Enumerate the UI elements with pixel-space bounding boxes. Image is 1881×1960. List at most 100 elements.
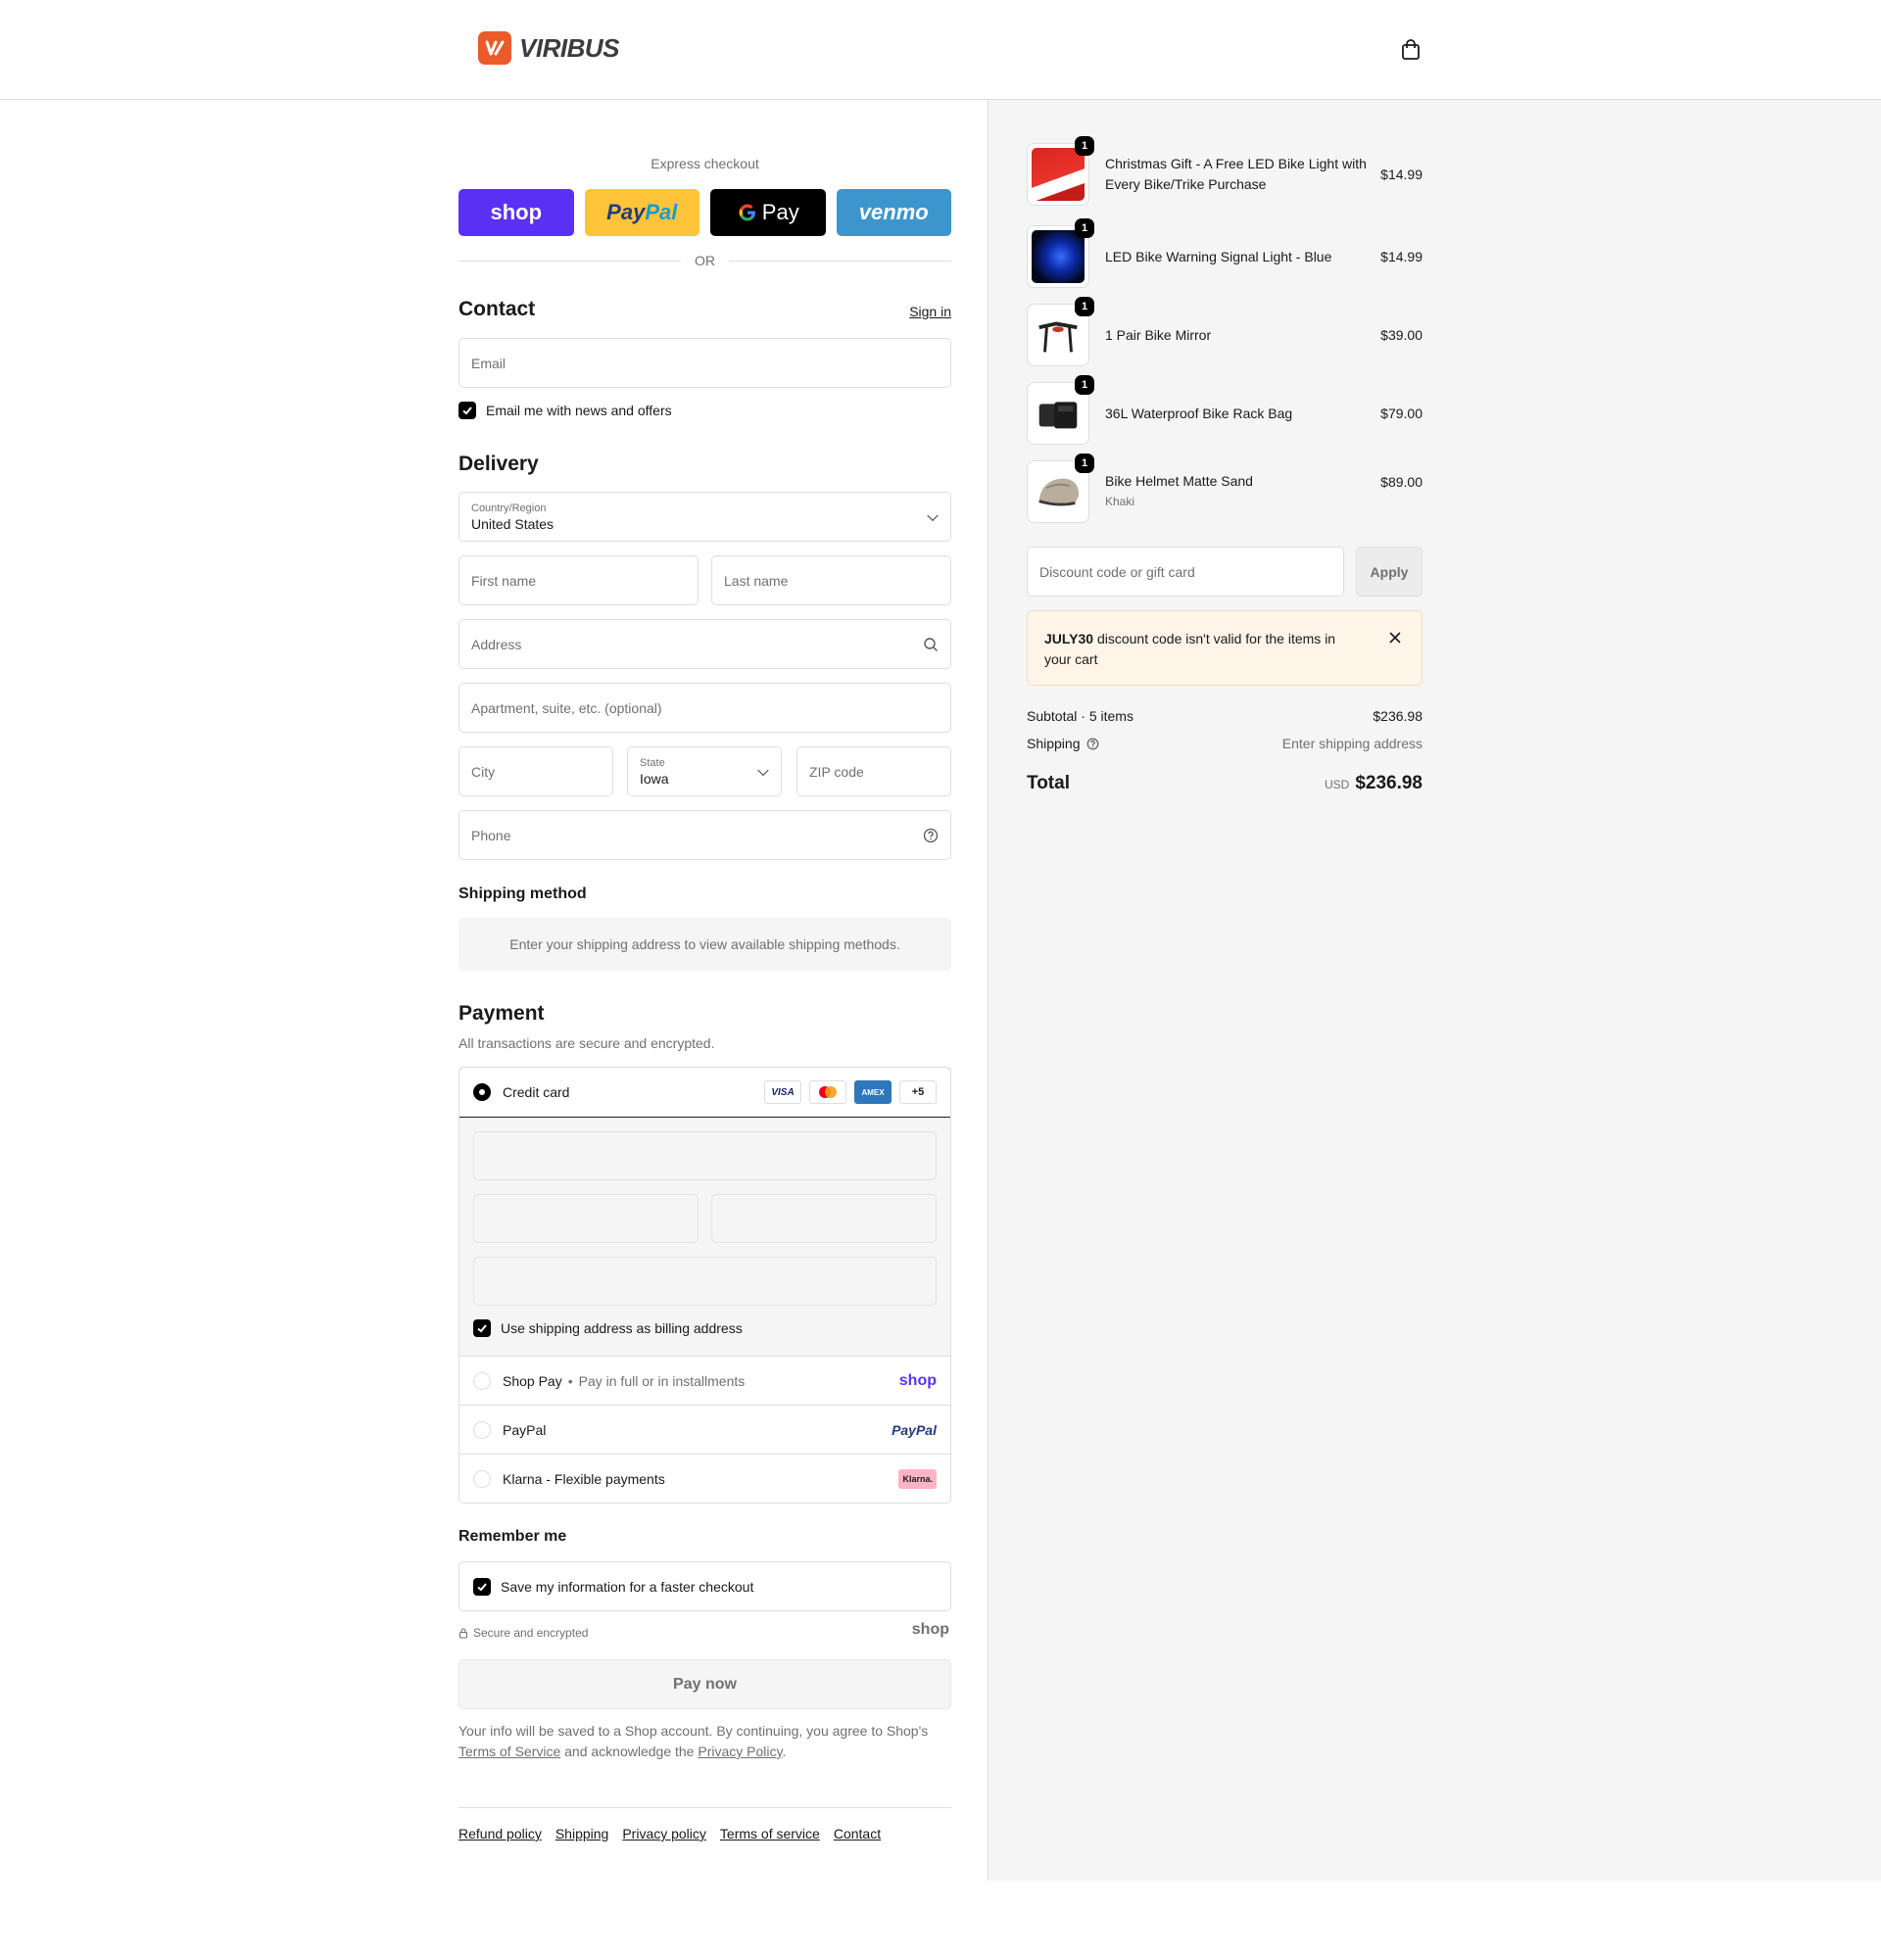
billing-same-label: Use shipping address as billing address	[501, 1320, 743, 1336]
shop-tos-link[interactable]: Terms of Service	[458, 1744, 560, 1759]
item-name: 1 Pair Bike Mirror	[1105, 326, 1212, 343]
close-icon[interactable]	[1388, 631, 1402, 645]
email-field[interactable]: Email	[458, 338, 951, 388]
paypal-logo: PayPal	[892, 1421, 937, 1438]
zip-field[interactable]: ZIP code	[796, 746, 951, 796]
amex-icon: AMEX	[854, 1080, 892, 1104]
card-fields: Use shipping address as billing address	[459, 1118, 950, 1356]
legal-text-1: Your info will be saved to a Shop accoun…	[458, 1723, 929, 1739]
footer-contact-link[interactable]: Contact	[834, 1826, 881, 1841]
apply-discount-button[interactable]: Apply	[1356, 547, 1423, 597]
shop-pay-label: shop	[490, 200, 543, 224]
product-image	[1032, 387, 1085, 440]
klarna-radio[interactable]	[473, 1469, 491, 1488]
payment-methods: Credit card VISA AMEX +5 Use shipping ad…	[458, 1067, 951, 1504]
express-checkout-title: Express checkout	[651, 156, 759, 171]
phone-field[interactable]: Phone	[458, 810, 951, 860]
card-logos: VISA AMEX +5	[764, 1080, 937, 1104]
state-value: Iowa	[640, 770, 669, 787]
card-number-field[interactable]	[473, 1131, 937, 1180]
sign-in-link[interactable]: Sign in	[909, 304, 951, 319]
klarna-option[interactable]: Klarna - Flexible payments Klarna.	[459, 1454, 950, 1503]
legal-text-3: .	[782, 1744, 787, 1759]
save-info-checkbox[interactable]	[473, 1577, 491, 1596]
credit-card-option[interactable]: Credit card VISA AMEX +5	[459, 1068, 950, 1118]
apartment-placeholder: Apartment, suite, etc. (optional)	[471, 699, 662, 716]
last-name-field[interactable]: Last name	[711, 555, 951, 605]
first-name-field[interactable]: First name	[458, 555, 699, 605]
klarna-logo: Klarna.	[898, 1468, 937, 1489]
currency-code: USD	[1324, 778, 1350, 791]
venmo-button[interactable]: venmo	[836, 189, 951, 236]
item-price: $14.99	[1380, 167, 1423, 182]
total-row: Total USD $236.98	[1027, 773, 1423, 794]
footer-shipping-link[interactable]: Shipping	[555, 1826, 609, 1841]
chevron-down-icon	[927, 509, 939, 521]
credit-card-label: Credit card	[503, 1084, 570, 1100]
google-g-icon	[739, 204, 755, 221]
quantity-badge: 1	[1075, 375, 1094, 395]
shop-privacy-link[interactable]: Privacy Policy	[698, 1744, 782, 1759]
news-label: Email me with news and offers	[486, 403, 672, 418]
footer-privacy-link[interactable]: Privacy policy	[622, 1826, 706, 1841]
country-value: United States	[471, 515, 555, 532]
footer-terms-link[interactable]: Terms of service	[720, 1826, 820, 1841]
total-label: Total	[1027, 773, 1070, 793]
city-field[interactable]: City	[458, 746, 613, 796]
discount-error-notice: JULY30 discount code isn't valid for the…	[1027, 610, 1423, 686]
paypal-option[interactable]: PayPal PayPal	[459, 1405, 950, 1454]
discount-code-input[interactable]: Discount code or gift card	[1027, 547, 1344, 597]
footer-refund-link[interactable]: Refund policy	[458, 1826, 542, 1841]
legal-text-2: and acknowledge the	[564, 1744, 695, 1759]
billing-same-option[interactable]: Use shipping address as billing address	[473, 1319, 743, 1337]
news-opt-in[interactable]: Email me with news and offers	[458, 402, 672, 419]
pay-now-button[interactable]: Pay now	[458, 1659, 951, 1709]
shop-pay-button[interactable]: shop	[458, 189, 574, 236]
paypal-radio[interactable]	[473, 1420, 491, 1439]
address-placeholder: Address	[471, 636, 522, 652]
shopping-bag-icon[interactable]	[1401, 39, 1421, 61]
brand-logo[interactable]: VIRIBUS	[478, 31, 619, 65]
discount-placeholder: Discount code or gift card	[1039, 563, 1195, 580]
subtotal-value: $236.98	[1373, 708, 1423, 724]
save-info-option[interactable]: Save my information for a faster checkou…	[458, 1561, 951, 1611]
product-image	[1032, 465, 1085, 518]
card-expiry-field[interactable]	[473, 1194, 699, 1243]
divider-line	[729, 260, 951, 262]
country-select[interactable]: Country/Region United States	[458, 492, 951, 542]
or-label: OR	[695, 253, 715, 268]
item-name: 36L Waterproof Bike Rack Bag	[1105, 405, 1293, 421]
product-thumbnail: 1	[1027, 375, 1094, 445]
shipping-value: Enter shipping address	[1281, 736, 1423, 751]
brand-name: VIRIBUS	[519, 32, 619, 63]
google-pay-button[interactable]: Pay	[710, 189, 826, 236]
item-price: $39.00	[1380, 327, 1423, 343]
state-select[interactable]: State Iowa	[627, 746, 782, 796]
header: VIRIBUS	[0, 0, 1881, 100]
billing-same-checkbox[interactable]	[473, 1319, 491, 1337]
product-image	[1032, 230, 1085, 283]
help-circle-icon[interactable]	[923, 828, 939, 843]
zip-placeholder: ZIP code	[809, 763, 864, 780]
legal-text: Your info will be saved to a Shop accoun…	[458, 1721, 951, 1762]
news-checkbox[interactable]	[458, 402, 476, 419]
item-price: $89.00	[1380, 474, 1423, 490]
credit-card-radio[interactable]	[473, 1083, 491, 1101]
card-name-field[interactable]	[473, 1257, 937, 1306]
apartment-field[interactable]: Apartment, suite, etc. (optional)	[458, 683, 951, 733]
paypal-button[interactable]: Pay Pal	[584, 189, 699, 236]
address-field[interactable]: Address	[458, 619, 951, 669]
quantity-badge: 1	[1075, 136, 1094, 156]
help-circle-icon[interactable]	[1086, 738, 1099, 750]
contact-title: Contact	[458, 298, 536, 320]
paypal-label-b: Pal	[645, 200, 678, 224]
separator-dot: •	[567, 1372, 573, 1389]
shop-pay-option[interactable]: Shop Pay • Pay in full or in installment…	[459, 1356, 950, 1405]
payment-subtitle: All transactions are secure and encrypte…	[458, 1035, 715, 1051]
card-cvv-field[interactable]	[711, 1194, 937, 1243]
cart-item: 1 LED Bike Warning Signal Light - Blue $…	[1027, 218, 1423, 288]
email-placeholder: Email	[471, 355, 506, 371]
chevron-down-icon	[757, 764, 769, 776]
shop-pay-radio[interactable]	[473, 1371, 491, 1390]
shipping-row: Shipping Enter shipping address	[1027, 736, 1423, 751]
